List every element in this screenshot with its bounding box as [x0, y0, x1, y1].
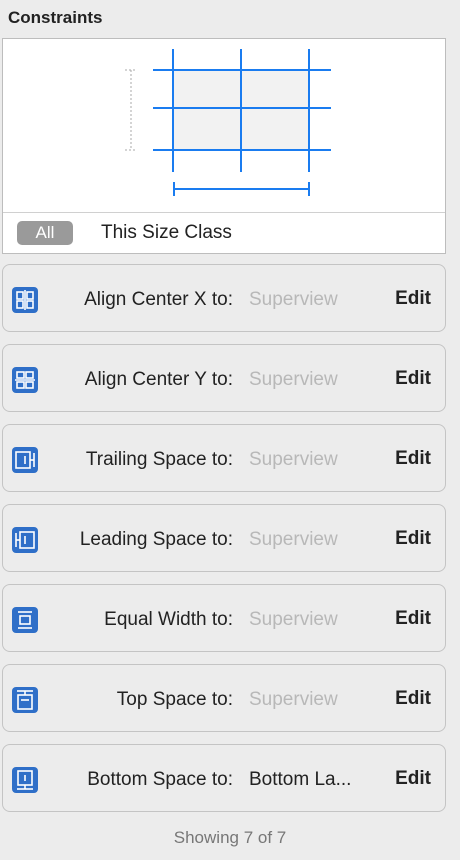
constraint-target: Superview: [249, 529, 338, 550]
constraint-target: Superview: [249, 689, 338, 710]
width-indicator: [173, 182, 310, 196]
align-center-y-icon: [12, 367, 38, 393]
constraint-row-top-space[interactable]: Top Space to: Superview Edit: [2, 664, 446, 732]
constraint-label: Leading Space to:: [79, 529, 233, 550]
bottom-space-icon: [12, 767, 38, 793]
edit-button[interactable]: Edit: [395, 368, 431, 390]
edit-button[interactable]: Edit: [395, 288, 431, 310]
panel-title: Constraints: [8, 8, 103, 27]
trailing-space-icon: [12, 447, 38, 473]
edit-button[interactable]: Edit: [395, 528, 431, 550]
height-indicator: [125, 69, 137, 151]
edit-button[interactable]: Edit: [395, 608, 431, 630]
constraint-target: Superview: [249, 449, 338, 470]
equal-width-icon: [12, 607, 38, 633]
constraint-label: Align Center X to:: [84, 289, 233, 310]
constraint-diagram-graphic: [125, 49, 331, 196]
constraint-label: Top Space to:: [116, 689, 233, 710]
constraint-diagram: All This Size Class: [2, 38, 446, 254]
scope-size-class-button[interactable]: This Size Class: [101, 221, 232, 245]
constraint-row-align-center-x[interactable]: Align Center X to: Superview Edit: [2, 264, 446, 332]
top-space-icon: [12, 687, 38, 713]
align-center-x-icon: [12, 287, 38, 313]
leading-space-icon: [12, 527, 38, 553]
constraint-target: Bottom La...: [249, 769, 352, 790]
showing-count: Showing 7 of 7: [173, 828, 287, 847]
edit-button[interactable]: Edit: [395, 768, 431, 790]
constraint-row-bottom-space[interactable]: Bottom Space to: Bottom La... Edit: [2, 744, 446, 812]
constraint-row-align-center-y[interactable]: Align Center Y to: Superview Edit: [2, 344, 446, 412]
constraint-target: Superview: [249, 609, 338, 630]
constraint-target: Superview: [249, 369, 338, 390]
constraint-row-equal-width[interactable]: Equal Width to: Superview Edit: [2, 584, 446, 652]
constraint-label: Equal Width to:: [104, 609, 233, 630]
edit-button[interactable]: Edit: [395, 448, 431, 470]
constraint-label: Bottom Space to:: [87, 769, 233, 790]
scope-all-button[interactable]: All: [17, 221, 73, 245]
edit-button[interactable]: Edit: [395, 688, 431, 710]
constraint-label: Align Center Y to:: [84, 369, 233, 390]
constraint-label: Trailing Space to:: [85, 449, 233, 470]
constraint-row-trailing-space[interactable]: Trailing Space to: Superview Edit: [2, 424, 446, 492]
scope-bar: All This Size Class: [3, 212, 445, 253]
constraint-row-leading-space[interactable]: Leading Space to: Superview Edit: [2, 504, 446, 572]
constraint-target: Superview: [249, 289, 338, 310]
